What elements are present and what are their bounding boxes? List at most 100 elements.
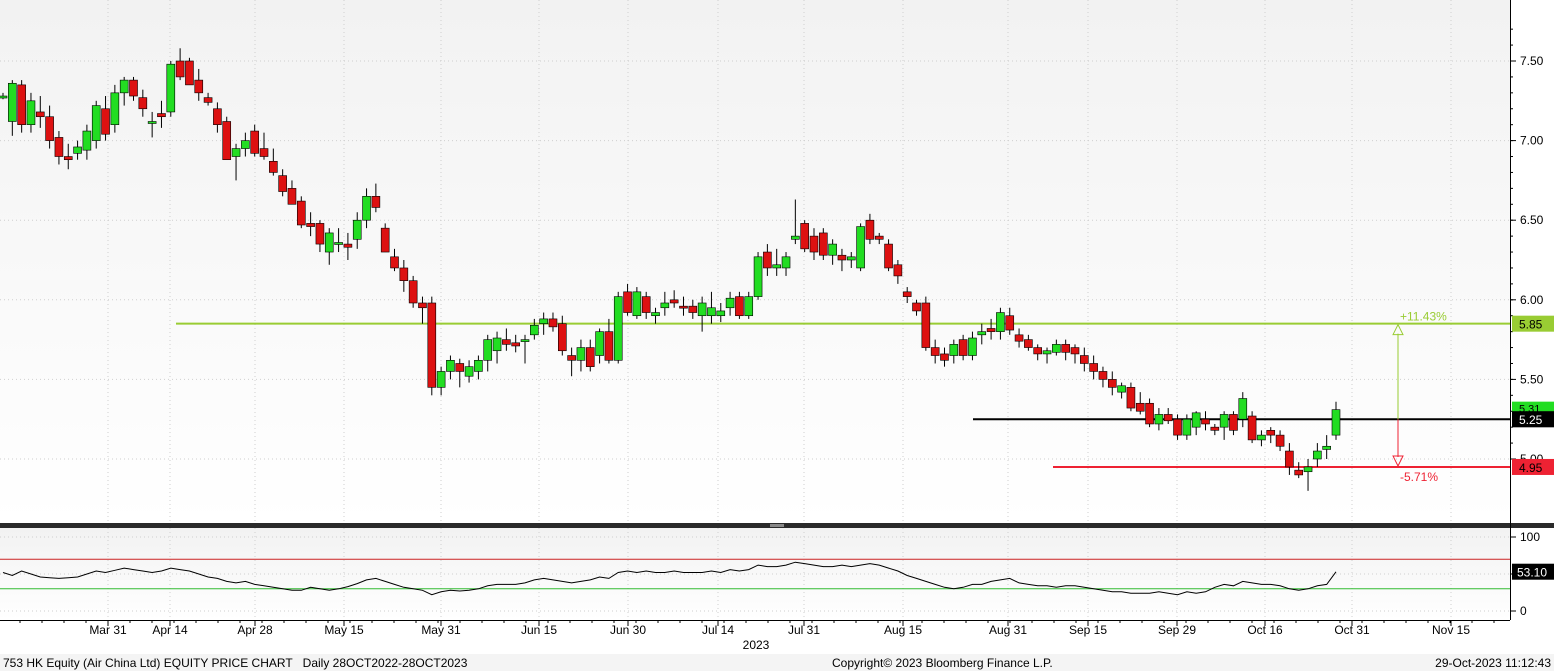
candle-body <box>390 256 399 269</box>
candle-body <box>63 156 73 161</box>
candle-body <box>315 223 325 245</box>
candle-body <box>1219 414 1229 428</box>
candle-body <box>921 302 931 348</box>
candle-body <box>567 355 576 361</box>
candle-body <box>222 121 232 161</box>
candle-body <box>949 344 959 356</box>
candle-body <box>902 291 912 297</box>
candle-body <box>968 337 977 356</box>
candle-body <box>548 318 558 328</box>
candle-body <box>175 60 185 78</box>
candle-body <box>352 219 362 240</box>
candle-body <box>474 359 483 372</box>
footer-timestamp: 29-Oct-2023 11:12:43 <box>1435 656 1551 670</box>
candle-body <box>1080 355 1089 364</box>
candle-body <box>613 296 623 361</box>
candle-body <box>1154 414 1164 425</box>
last-price-label: 5.25 <box>1519 413 1543 427</box>
candle-body <box>362 196 371 221</box>
candle-body <box>1163 414 1173 422</box>
candle-body <box>371 196 381 208</box>
candle-body <box>408 280 418 304</box>
candle-body <box>82 130 92 151</box>
candle <box>408 275 418 308</box>
candle-body <box>1107 379 1117 388</box>
candle-body <box>1005 315 1015 331</box>
footer-title: 753 HK Equity (Air China Ltd) EQUITY PRI… <box>3 656 468 670</box>
candle-body <box>912 302 921 312</box>
candle <box>222 116 232 161</box>
candle-body <box>623 291 632 313</box>
candle-body <box>1201 418 1210 425</box>
x-tick-label: Oct 16 <box>1247 623 1283 637</box>
chart-window: +11.43%-5.71% 7.507.006.506.005.505.0010… <box>0 0 1554 671</box>
candle-body <box>213 108 222 125</box>
candle-body <box>651 312 660 317</box>
candle-body <box>791 235 800 240</box>
candle-body <box>996 312 1005 332</box>
rsi-y-tick-label: 0 <box>1520 604 1527 618</box>
candle-body <box>707 307 716 317</box>
candle-body <box>1294 469 1304 476</box>
candle-body <box>324 232 334 253</box>
candle <box>819 228 828 260</box>
y-tick-label: 6.00 <box>1520 293 1544 307</box>
candle-body <box>54 137 64 157</box>
candle-body <box>241 140 250 149</box>
candle-body <box>483 339 493 361</box>
x-tick-label: Aug 15 <box>884 623 922 637</box>
candle-body <box>716 310 726 317</box>
candle-body <box>530 324 539 336</box>
candle-body <box>1126 387 1136 409</box>
x-tick-label: Aug 31 <box>989 623 1027 637</box>
x-tick-label: Sep 15 <box>1069 623 1107 637</box>
candle-body <box>660 302 670 309</box>
candle-body <box>1033 347 1043 355</box>
footer-copyright: Copyright© 2023 Bloomberg Finance L.P. <box>832 656 1053 670</box>
candle-body <box>129 79 138 97</box>
candle-body <box>502 339 511 345</box>
resistance-price-label: 5.85 <box>1519 318 1543 332</box>
candle-body <box>334 242 343 245</box>
candle <box>1247 411 1257 444</box>
candle-body <box>101 108 110 135</box>
candle-body <box>828 243 837 256</box>
candle-body <box>1117 385 1126 393</box>
candle-body <box>669 299 679 304</box>
candle-body <box>306 223 315 227</box>
candle-body <box>772 264 781 269</box>
candle-body <box>930 347 940 356</box>
support-price-label: 4.95 <box>1519 461 1543 475</box>
candle-body <box>147 121 157 124</box>
candle-body <box>1098 371 1108 380</box>
candle-body <box>1238 398 1248 420</box>
candle-body <box>1145 402 1154 425</box>
candle-body <box>259 148 269 157</box>
rsi-value-label: 53.10 <box>1517 566 1547 580</box>
candle-body <box>185 60 194 86</box>
candle-body <box>380 227 390 253</box>
candle-body <box>1229 414 1238 431</box>
candle-body <box>1210 426 1220 431</box>
candle-body <box>1313 450 1322 460</box>
candle-body <box>679 305 688 309</box>
candle-body <box>73 146 82 154</box>
candle-body <box>809 235 819 253</box>
candle-body <box>1173 418 1182 436</box>
x-tick-label: Sep 29 <box>1158 623 1196 637</box>
candle-body <box>157 113 166 118</box>
candle-body <box>8 82 17 122</box>
candle-body <box>1303 466 1313 473</box>
candle <box>856 223 865 272</box>
x-tick-label: May 31 <box>421 623 461 637</box>
x-tick-label: Mar 31 <box>89 623 127 637</box>
price-chart: +11.43%-5.71% 7.507.006.506.005.505.0010… <box>0 0 1554 671</box>
candle-body <box>819 232 828 256</box>
panel-separator-grip[interactable] <box>770 524 784 527</box>
candle-body <box>1275 434 1285 447</box>
candle-body <box>800 223 809 250</box>
x-tick-label: Jun 30 <box>610 623 646 637</box>
x-tick-label: Jul 31 <box>788 623 820 637</box>
candle-body <box>697 302 707 317</box>
candle-body <box>595 331 604 356</box>
